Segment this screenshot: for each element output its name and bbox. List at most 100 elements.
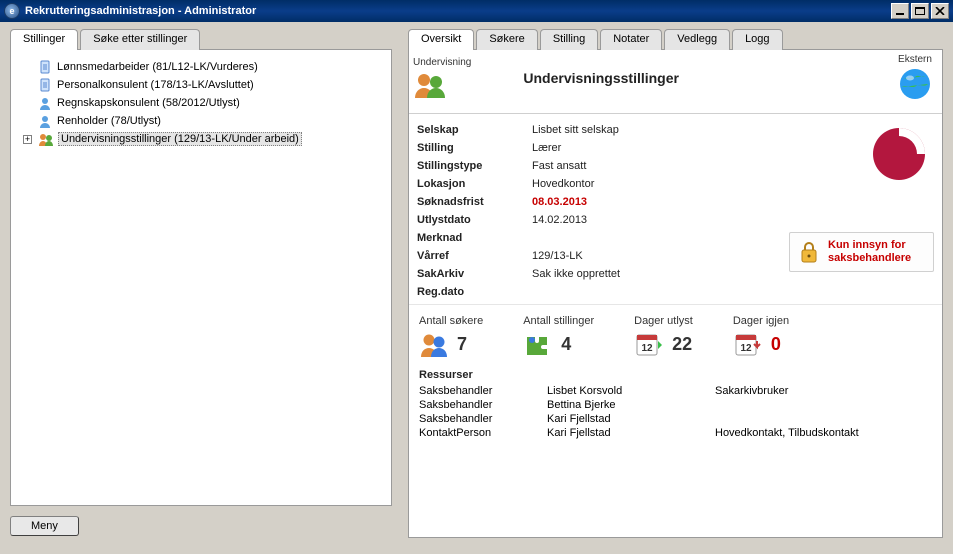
detail-label: Lokasjon — [417, 178, 532, 190]
resource-name: Kari Fjellstad — [547, 413, 707, 425]
stat-dager-utlyst: Dager utlyst 12 22 — [634, 315, 693, 357]
extern-label: Ekstern — [898, 54, 932, 65]
puzzle-icon — [523, 331, 553, 357]
tab-stilling[interactable]: Stilling — [540, 29, 598, 50]
overview-content: Undervisning Undervisningsstillinger Eks… — [408, 49, 943, 538]
tree-item[interactable]: Personalkonsulent (178/13-LK/Avsluttet) — [19, 76, 383, 94]
stat-value: 4 — [561, 334, 571, 355]
tree-item-label: Personalkonsulent (178/13-LK/Avsluttet) — [57, 79, 254, 91]
resources-grid: Saksbehandler Lisbet Korsvold Sakarkivbr… — [419, 385, 932, 439]
menu-button[interactable]: Meny — [10, 516, 79, 536]
stat-dager-igjen: Dager igjen 12 0 — [733, 315, 789, 357]
app-icon: e — [4, 3, 20, 19]
detail-label: Stillingstype — [417, 160, 532, 172]
right-panel: Oversikt Søkere Stilling Notater Vedlegg… — [404, 28, 947, 542]
lock-icon — [798, 240, 820, 264]
document-icon — [37, 77, 53, 93]
tree-area: Lønnsmedarbeider (81/L12-LK/Vurderes) Pe… — [10, 49, 392, 506]
left-tab-row: Stillinger Søke etter stillinger — [10, 29, 396, 50]
stat-label: Antall søkere — [419, 315, 483, 327]
tab-notater[interactable]: Notater — [600, 29, 662, 50]
globe-icon — [898, 67, 932, 101]
detail-value-lokasjon: Hovedkontor — [532, 178, 754, 190]
window-title: Rekrutteringsadministrasjon - Administra… — [25, 5, 256, 17]
stat-label: Dager utlyst — [634, 315, 693, 327]
category-label: Undervisning — [413, 57, 471, 68]
tab-stillinger[interactable]: Stillinger — [10, 29, 78, 50]
restricted-access-notice: Kun innsyn for saksbehandlere — [789, 232, 934, 272]
resource-role: Saksbehandler — [419, 399, 539, 411]
detail-label: SakArkiv — [417, 268, 532, 280]
svg-text:12: 12 — [740, 343, 752, 354]
minimize-button[interactable] — [891, 3, 909, 19]
resource-role: KontaktPerson — [419, 427, 539, 439]
stat-antall-stillinger: Antall stillinger 4 — [523, 315, 594, 357]
detail-label: Vårref — [417, 250, 532, 262]
people-icon — [419, 331, 449, 357]
resources-section: Ressurser Saksbehandler Lisbet Korsvold … — [409, 363, 942, 449]
left-panel: Stillinger Søke etter stillinger Lønnsme… — [6, 28, 396, 542]
document-icon — [37, 59, 53, 75]
tab-sokere[interactable]: Søkere — [476, 29, 537, 50]
maximize-button[interactable] — [911, 3, 929, 19]
person-icon — [37, 95, 53, 111]
people-icon — [413, 70, 447, 98]
tab-vedlegg[interactable]: Vedlegg — [664, 29, 730, 50]
tree-item-label: Renholder (78/Utlyst) — [57, 115, 161, 127]
tree-item[interactable]: Renholder (78/Utlyst) — [19, 112, 383, 130]
people-icon — [38, 131, 54, 147]
resource-name: Lisbet Korsvold — [547, 385, 707, 397]
tab-soke-etter-stillinger[interactable]: Søke etter stillinger — [80, 29, 200, 50]
detail-label: Merknad — [417, 232, 532, 244]
resource-name: Bettina Bjerke — [547, 399, 707, 411]
detail-label: Stilling — [417, 142, 532, 154]
notice-text: Kun innsyn for saksbehandlere — [828, 239, 923, 265]
calendar-icon: 12 — [634, 331, 664, 357]
tab-logg[interactable]: Logg — [732, 29, 782, 50]
resource-role: Saksbehandler — [419, 385, 539, 397]
stat-antall-sokere: Antall søkere 7 — [419, 315, 483, 357]
detail-grid: Selskap Lisbet sitt selskap Stilling Lær… — [409, 114, 942, 304]
resources-title: Ressurser — [419, 369, 932, 381]
tree-item-label: Lønnsmedarbeider (81/L12-LK/Vurderes) — [57, 61, 258, 73]
page-title: Undervisningsstillinger — [523, 70, 679, 86]
resource-name: Kari Fjellstad — [547, 427, 707, 439]
position-tree[interactable]: Lønnsmedarbeider (81/L12-LK/Vurderes) Pe… — [19, 58, 383, 148]
right-tab-row: Oversikt Søkere Stilling Notater Vedlegg… — [408, 29, 947, 50]
resource-role: Saksbehandler — [419, 413, 539, 425]
tree-item-selected[interactable]: + Undervisningsstillinger (129/13-LK/Und… — [19, 130, 383, 148]
detail-label: Reg.dato — [417, 286, 532, 298]
tree-item-label: Regnskapskonsulent (58/2012/Utlyst) — [57, 97, 240, 109]
calendar-down-icon: 12 — [733, 331, 763, 357]
detail-label: Selskap — [417, 124, 532, 136]
close-button[interactable] — [931, 3, 949, 19]
detail-label: Utlystdato — [417, 214, 532, 226]
resource-extra — [715, 399, 932, 411]
person-icon — [37, 113, 53, 129]
detail-value-soknadsfrist: 08.03.2013 — [532, 196, 754, 208]
stat-label: Dager igjen — [733, 315, 789, 327]
tree-item-label: Undervisningsstillinger (129/13-LK/Under… — [58, 132, 302, 146]
detail-value-selskap: Lisbet sitt selskap — [532, 124, 754, 136]
svg-text:12: 12 — [642, 343, 654, 354]
detail-value-utlystdato: 14.02.2013 — [532, 214, 754, 226]
title-bar: e Rekrutteringsadministrasjon - Administ… — [0, 0, 953, 22]
detail-value-sakarkiv: Sak ikke opprettet — [532, 268, 754, 280]
detail-value-varref: 129/13-LK — [532, 250, 754, 262]
tree-item[interactable]: Regnskapskonsulent (58/2012/Utlyst) — [19, 94, 383, 112]
company-logo — [864, 124, 934, 184]
resource-extra: Hovedkontakt, Tilbudskontakt — [715, 427, 932, 439]
overview-header: Undervisning Undervisningsstillinger Eks… — [409, 50, 942, 114]
tab-oversikt[interactable]: Oversikt — [408, 29, 474, 50]
stat-value: 22 — [672, 334, 692, 355]
expand-icon[interactable]: + — [23, 135, 32, 144]
stats-row: Antall søkere 7 Antall stillinger — [409, 304, 942, 363]
resource-extra: Sakarkivbruker — [715, 385, 932, 397]
stat-label: Antall stillinger — [523, 315, 594, 327]
resource-extra — [715, 413, 932, 425]
detail-value-stillingstype: Fast ansatt — [532, 160, 754, 172]
tree-item[interactable]: Lønnsmedarbeider (81/L12-LK/Vurderes) — [19, 58, 383, 76]
detail-value-stilling: Lærer — [532, 142, 754, 154]
detail-label: Søknadsfrist — [417, 196, 532, 208]
stat-value: 7 — [457, 334, 467, 355]
